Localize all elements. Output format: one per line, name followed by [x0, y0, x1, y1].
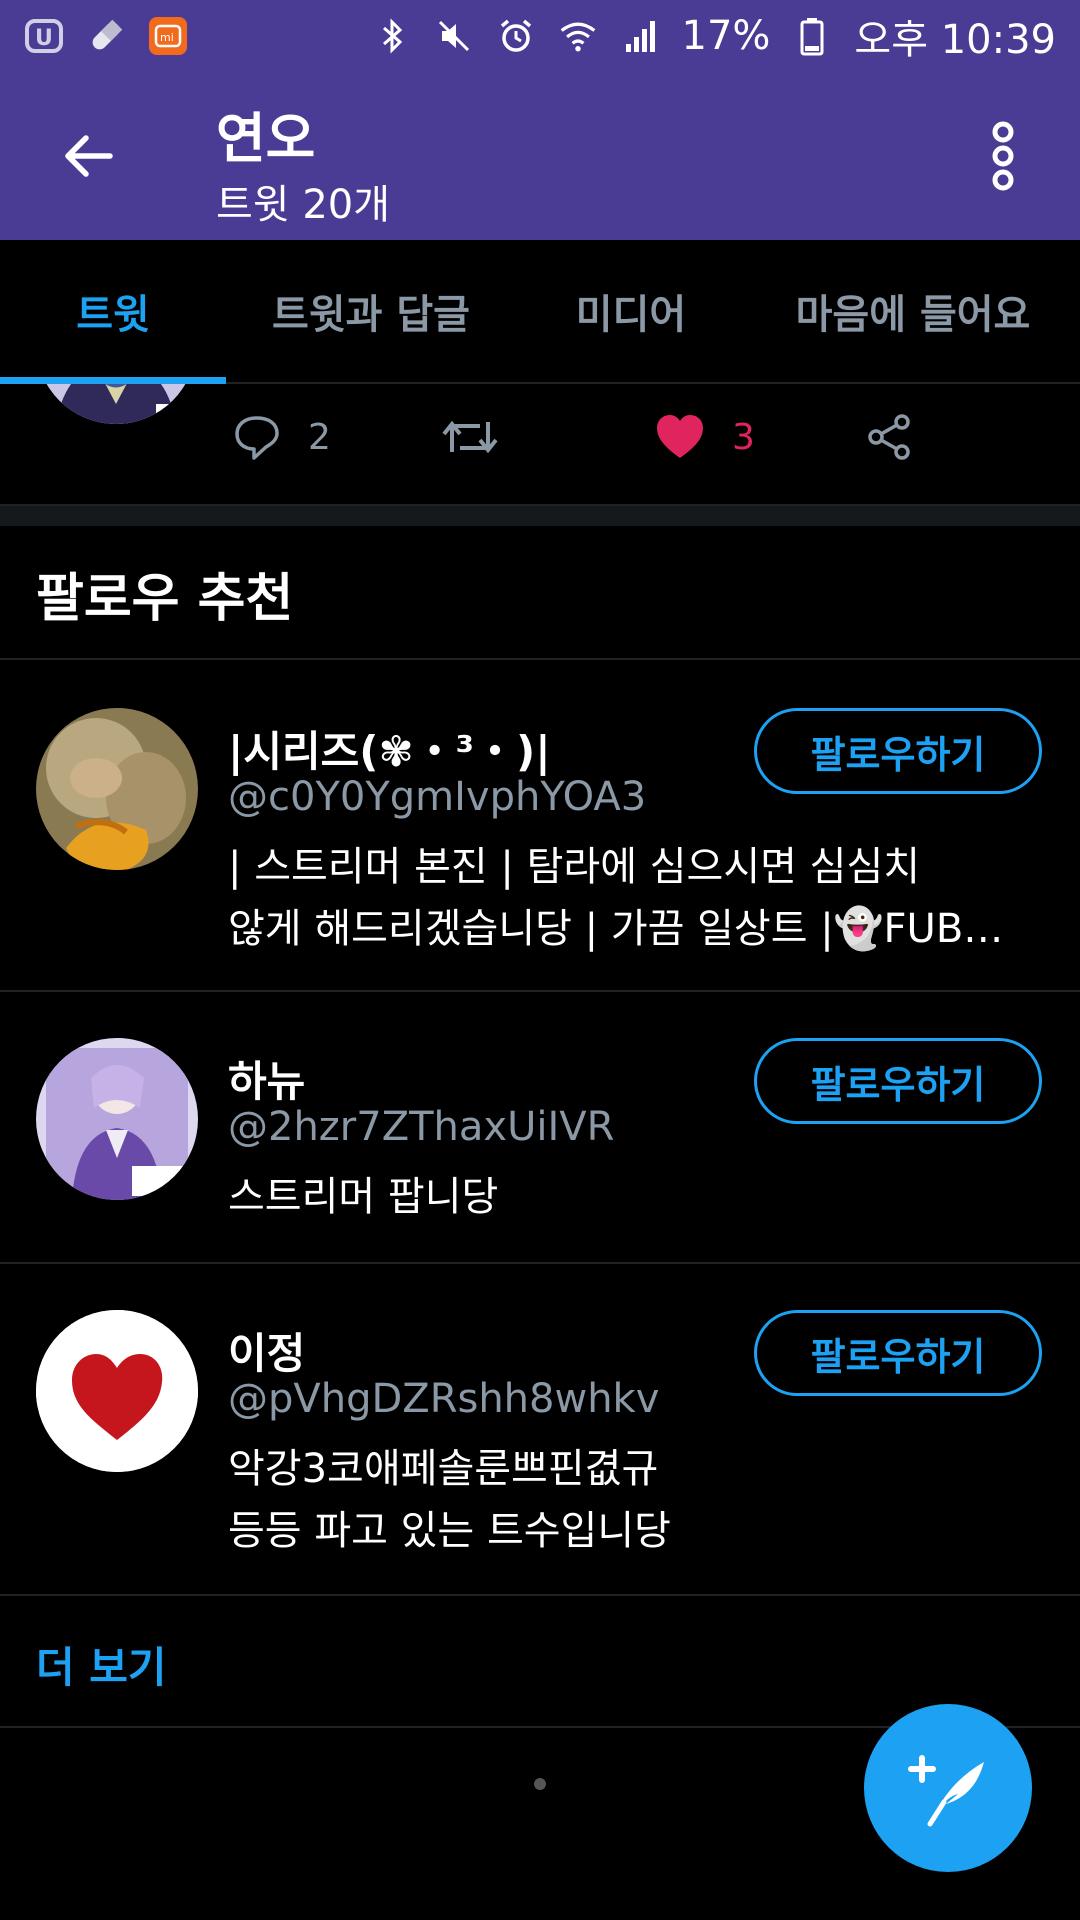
bio-line: 않게 해드리겠습니당 | 가끔 일상트 |👻FUB…: [228, 906, 1004, 952]
pill-icon: [86, 16, 126, 56]
status-left-icons: U mi: [24, 16, 188, 56]
follow-button[interactable]: 팔로우하기: [754, 1038, 1042, 1124]
avatar[interactable]: [36, 384, 196, 424]
tweet-action-bar: 2 3: [0, 384, 1080, 506]
battery-icon: [792, 16, 832, 56]
user-display-name: 하뉴: [228, 1057, 306, 1106]
status-bar: U mi 17% 오후 10:39: [0, 0, 1080, 72]
retweet-icon: [442, 420, 498, 454]
signal-icon: [620, 16, 660, 56]
battery-percent: 17%: [681, 13, 771, 59]
follow-suggestion-item[interactable]: |시리즈(✾・³・)| @c0Y0YgmIvphYOA3 | 스트리머 본진 |…: [0, 660, 1080, 990]
bio-line: | 스트리머 본진 | 탐라에 심으시면 심심치: [228, 844, 921, 890]
avatar[interactable]: [36, 1310, 198, 1472]
show-more-link[interactable]: 더 보기: [36, 1634, 167, 1695]
clock: 오후 10:39: [854, 17, 1056, 63]
tab-tweets-and-replies[interactable]: 트윗과 답글: [226, 240, 516, 382]
profile-header: 연오 트윗 20개: [0, 72, 1080, 240]
more-options-button[interactable]: [968, 116, 1038, 196]
user-bio: | 스트리머 본진 | 탐라에 심으시면 심심치 않게 해드리겠습니당 | 가끔…: [228, 836, 1044, 960]
user-display-name: |시리즈(✾・³・)|: [228, 727, 551, 776]
svg-text:mi: mi: [160, 31, 174, 44]
tab-media[interactable]: 미디어: [516, 240, 746, 382]
reply-button[interactable]: 2: [232, 412, 331, 462]
share-button[interactable]: [864, 412, 914, 462]
user-bio: 악강3코애페솔룬쁘핀겺규 등등 파고 있는 트수입니당: [228, 1438, 1044, 1562]
back-button[interactable]: [48, 116, 128, 196]
bluetooth-icon: [372, 16, 412, 56]
user-display-name: 이정: [228, 1329, 306, 1378]
follow-suggestion-item[interactable]: 이정 @pVhgDZRshh8whkv 악강3코애페솔룬쁘핀겺규 등등 파고 있…: [0, 1264, 1080, 1594]
loading-dot: [534, 1778, 546, 1790]
u-plus-icon: U: [24, 16, 64, 56]
retweet-button[interactable]: [440, 412, 526, 462]
section-divider: [0, 506, 1080, 526]
user-handle: @pVhgDZRshh8whkv: [228, 1376, 660, 1422]
reply-count: 2: [308, 416, 331, 458]
like-count: 3: [732, 416, 755, 458]
tab-likes[interactable]: 마음에 들어요: [746, 240, 1080, 382]
bio-line: 등등 파고 있는 트수입니당: [228, 1508, 671, 1554]
mi-icon: mi: [148, 16, 188, 56]
compose-tweet-button[interactable]: [864, 1704, 1032, 1872]
profile-name: 연오: [216, 107, 316, 170]
status-right-icons: 17% 오후 10:39: [372, 7, 1056, 65]
tab-tweets[interactable]: 트윗: [0, 240, 226, 382]
follow-button[interactable]: 팔로우하기: [754, 1310, 1042, 1396]
arrow-left-icon: [65, 135, 113, 177]
avatar[interactable]: [36, 708, 198, 870]
divider: [0, 1594, 1080, 1596]
svg-text:U: U: [35, 26, 53, 51]
who-to-follow-title: 팔로우 추천: [36, 569, 294, 629]
avatar[interactable]: [36, 1038, 198, 1200]
mute-icon: [434, 16, 474, 56]
like-button[interactable]: 3: [654, 412, 755, 462]
follow-button[interactable]: 팔로우하기: [754, 708, 1042, 794]
comment-icon: [235, 416, 279, 460]
follow-suggestion-item[interactable]: 하뉴 @2hzr7ZThaxUiIVR 스트리머 팝니당 팔로우하기: [0, 992, 1080, 1262]
profile-tabs: 트윗 트윗과 답글 미디어 마음에 들어요: [0, 240, 1080, 384]
share-icon: [868, 414, 910, 460]
user-bio: 스트리머 팝니당: [228, 1166, 1044, 1228]
more-vertical-icon: [992, 121, 1014, 191]
active-tab-indicator: [0, 377, 226, 384]
wifi-icon: [558, 16, 598, 56]
bio-line: 악강3코애페솔룬쁘핀겺규: [228, 1446, 659, 1492]
bio-line: 스트리머 팝니당: [228, 1174, 499, 1220]
user-handle: @2hzr7ZThaxUiIVR: [228, 1104, 615, 1150]
tweet-count: 트윗 20개: [216, 182, 391, 228]
user-handle: @c0Y0YgmIvphYOA3: [228, 774, 647, 820]
heart-icon: [657, 415, 703, 458]
alarm-icon: [496, 16, 536, 56]
compose-quill-icon: [908, 1755, 984, 1827]
